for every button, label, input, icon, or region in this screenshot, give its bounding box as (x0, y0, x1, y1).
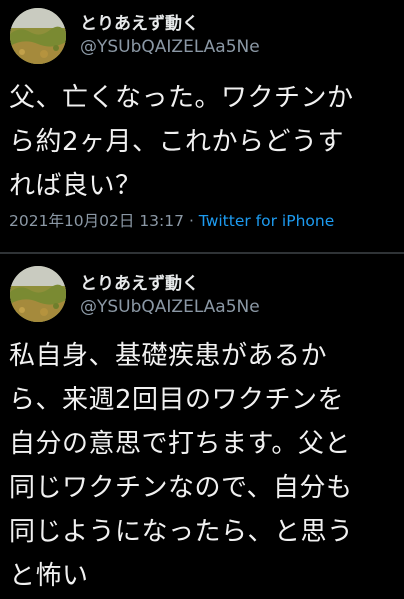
tweet-text-line: 父、亡くなった。ワクチンか (9, 83, 354, 113)
meta-separator: · (188, 212, 199, 230)
display-name[interactable]: とりあえず動く (80, 9, 199, 34)
tweet-timestamp[interactable]: 2021年10月02日 13:17 (9, 212, 184, 230)
tweet-source-link[interactable]: Twitter for iPhone (199, 212, 334, 230)
tweet-meta: 2021年10月02日 13:17 · Twitter for iPhone (9, 209, 334, 231)
tweet-text-line: 自分の意思で打ちます。父と (9, 429, 351, 459)
avatar[interactable] (10, 8, 66, 64)
avatar[interactable] (10, 266, 66, 322)
tweet-text: 私自身、基礎疾患があるか ら、来週2回目のワクチンを 自分の意思で打ちます。父と… (9, 334, 399, 598)
tweet[interactable]: とりあえず動く @YSUbQAIZELAa5Ne 父、亡くなった。ワクチンか ら… (0, 0, 404, 252)
grass-field-photo-icon (10, 8, 66, 64)
tweet-text-line: れば良い？ (9, 171, 142, 201)
tweet-text-line: 同じワクチンなので、自分も (9, 473, 353, 503)
tweet-text-line: 私自身、基礎疾患があるか (9, 341, 328, 371)
tweet-text-line: 同じようになったら、と思う (9, 517, 354, 547)
tweet-text-line: と怖い (9, 561, 89, 591)
grass-field-photo-icon (10, 266, 66, 322)
user-handle[interactable]: @YSUbQAIZELAa5Ne (80, 37, 260, 57)
tweet[interactable]: とりあえず動く @YSUbQAIZELAa5Ne 私自身、基礎疾患があるか ら、… (0, 254, 404, 599)
display-name[interactable]: とりあえず動く (80, 269, 199, 294)
user-handle[interactable]: @YSUbQAIZELAa5Ne (80, 297, 260, 317)
tweet-text-line: ら約2ヶ月、これからどうす (9, 127, 345, 157)
tweet-text: 父、亡くなった。ワクチンか ら約2ヶ月、これからどうす れば良い？ (9, 76, 399, 208)
tweet-text-line: ら、来週2回目のワクチンを (9, 385, 345, 415)
